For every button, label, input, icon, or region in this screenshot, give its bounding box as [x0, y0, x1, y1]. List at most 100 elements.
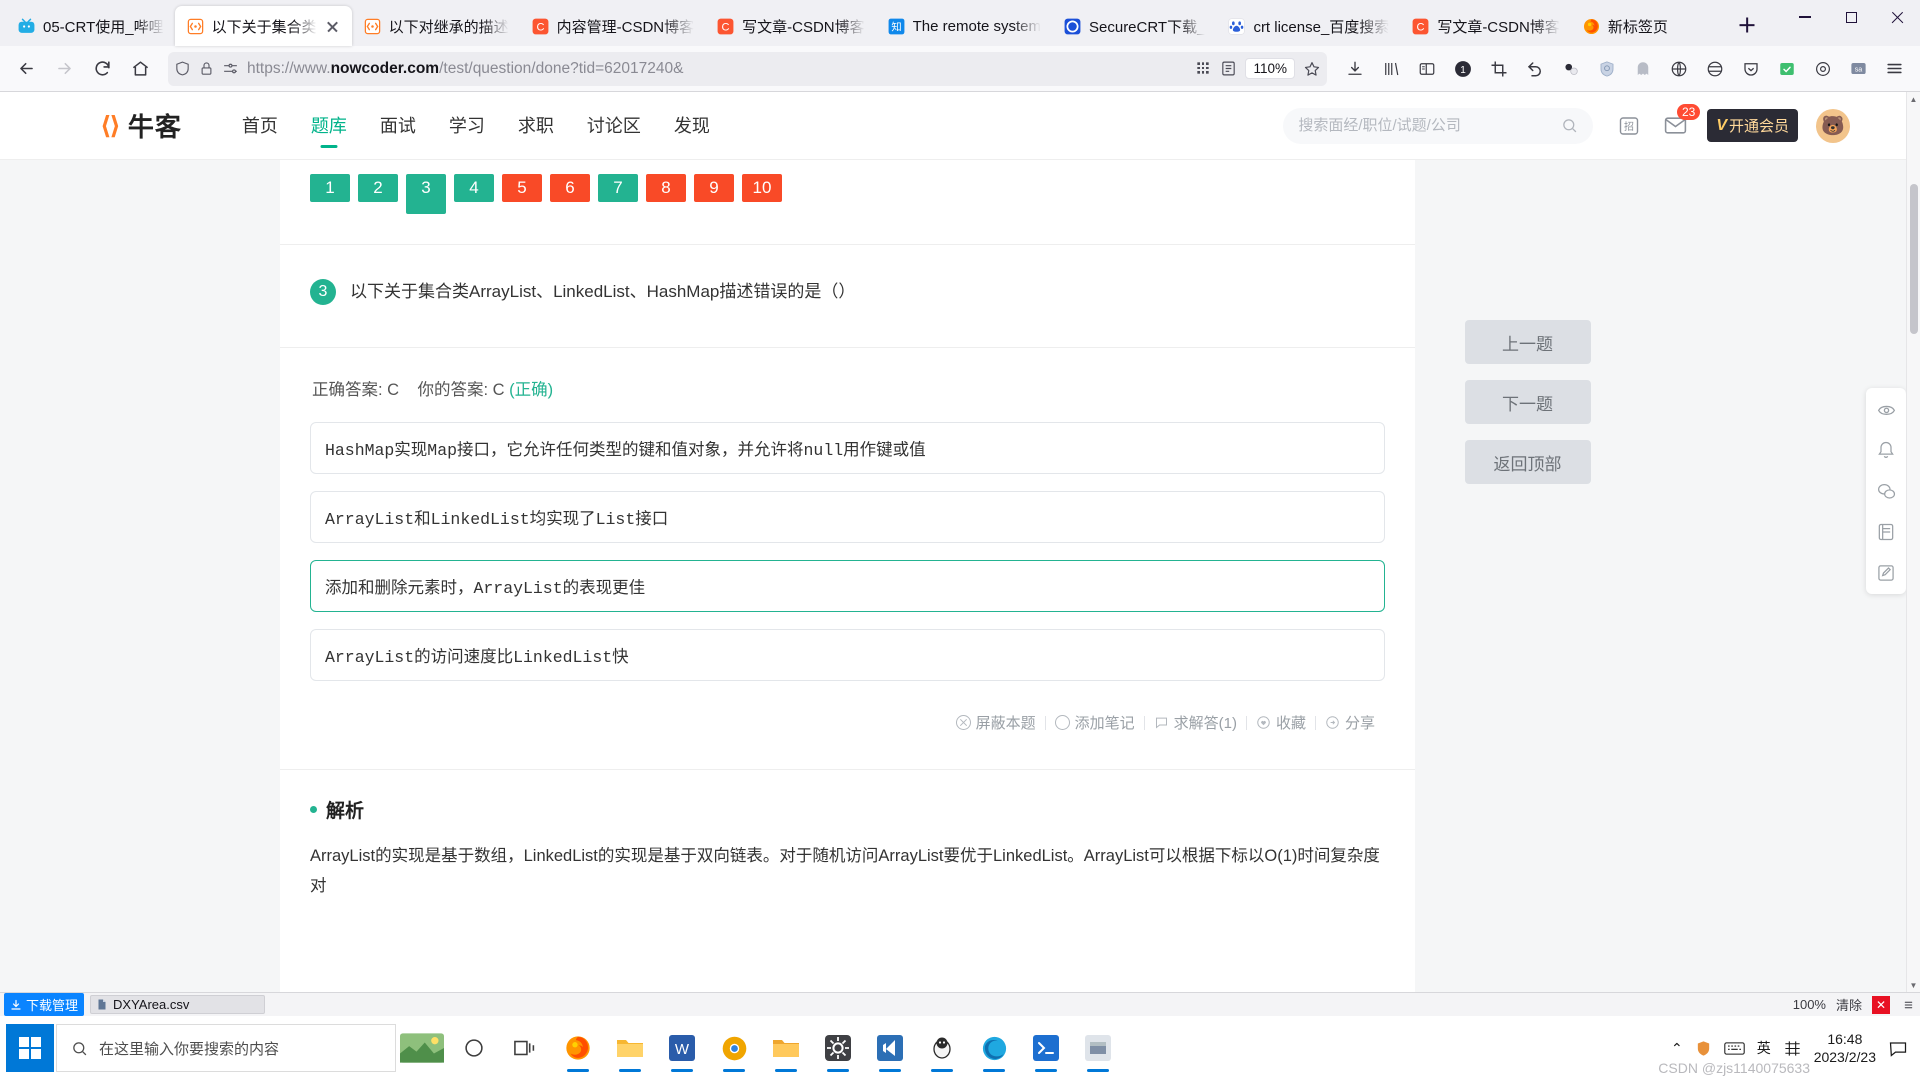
save-icon[interactable]: [1769, 52, 1804, 86]
browser-tab[interactable]: C 写文章-CSDN博客: [1400, 6, 1571, 46]
extension-icon[interactable]: [1805, 52, 1840, 86]
window-close-button[interactable]: [1874, 0, 1920, 34]
forward-button[interactable]: [46, 52, 82, 86]
question-nav-2[interactable]: 2: [358, 174, 398, 202]
permissions-icon[interactable]: [222, 60, 239, 77]
chrome-canary-icon[interactable]: [708, 1021, 760, 1075]
globe-icon[interactable]: [1697, 52, 1732, 86]
option-d[interactable]: ArrayList的访问速度比LinkedList快: [310, 629, 1385, 681]
browser-tab[interactable]: 新标签页: [1571, 6, 1721, 46]
vscode-icon[interactable]: [864, 1021, 916, 1075]
option-c[interactable]: 添加和删除元素时，ArrayList的表现更佳: [310, 560, 1385, 612]
search-icon[interactable]: [1561, 117, 1578, 134]
action-center-icon[interactable]: [1888, 1038, 1908, 1058]
shield-tray-icon[interactable]: [1695, 1040, 1712, 1057]
tray-chevron-icon[interactable]: ⌃: [1671, 1040, 1683, 1057]
new-tab-button[interactable]: [1729, 7, 1765, 43]
nav-item-discussion[interactable]: 讨论区: [587, 100, 641, 152]
search-input[interactable]: [1298, 117, 1554, 134]
browser-tab-active[interactable]: 以下关于集合类: [174, 6, 352, 46]
account-icon[interactable]: sa: [1841, 52, 1876, 86]
cortana-circle-icon[interactable]: [448, 1021, 500, 1075]
option-a[interactable]: HashMap实现Map接口，它允许任何类型的键和值对象，并允许将null用作键…: [310, 422, 1385, 474]
nav-item-question-bank[interactable]: 题库: [311, 100, 347, 152]
recruit-icon[interactable]: 招: [1615, 112, 1643, 140]
share-action[interactable]: 分享: [1325, 712, 1375, 733]
home-button[interactable]: [122, 52, 158, 86]
favorite-action[interactable]: 收藏: [1256, 712, 1306, 733]
shield-icon[interactable]: [174, 60, 191, 77]
keyboard-icon[interactable]: [1723, 1040, 1745, 1057]
browser-tab[interactable]: 以下对继承的描述: [352, 6, 520, 46]
page-scrollbar[interactable]: ▲ ▼: [1906, 92, 1920, 992]
close-downloads-bar-button[interactable]: ✕: [1872, 995, 1890, 1014]
task-view-icon[interactable]: [500, 1021, 552, 1075]
question-nav-6[interactable]: 6: [550, 174, 590, 202]
browser-tab[interactable]: crt license_百度搜索: [1216, 6, 1400, 46]
prev-question-button[interactable]: 上一题: [1464, 320, 1591, 364]
zoom-level[interactable]: 110%: [1245, 58, 1295, 79]
browser-tab[interactable]: 知 The remote system: [876, 6, 1052, 46]
tampermonkey-icon[interactable]: [1553, 52, 1588, 86]
question-nav-8[interactable]: 8: [646, 174, 686, 202]
browser-tab[interactable]: SecureCRT下载_: [1052, 6, 1216, 46]
app-menu-icon[interactable]: [1877, 52, 1912, 86]
messages-icon[interactable]: 23: [1661, 103, 1701, 140]
file-explorer-icon[interactable]: [604, 1021, 656, 1075]
back-button[interactable]: [8, 52, 44, 86]
screenshot-crop-icon[interactable]: [1481, 52, 1516, 86]
taskbar-clock[interactable]: 16:48 2023/2/23: [1814, 1030, 1876, 1066]
counter-badge-icon[interactable]: 1: [1445, 52, 1480, 86]
question-nav-5[interactable]: 5: [502, 174, 542, 202]
pinyin-icon[interactable]: [1783, 1039, 1802, 1058]
adblock-shield-icon[interactable]: [1589, 52, 1624, 86]
clear-downloads-button[interactable]: 清除: [1836, 995, 1862, 1014]
pocket-icon[interactable]: [1733, 52, 1768, 86]
question-nav-1[interactable]: 1: [310, 174, 350, 202]
reload-button[interactable]: [84, 52, 120, 86]
vip-button[interactable]: V 开通会员: [1707, 109, 1798, 142]
add-note-action[interactable]: 添加笔记: [1054, 712, 1135, 733]
option-b[interactable]: ArrayList和LinkedList均实现了List接口: [310, 491, 1385, 543]
question-nav-4[interactable]: 4: [454, 174, 494, 202]
edit-icon[interactable]: [1875, 562, 1897, 584]
firefox-icon[interactable]: [552, 1021, 604, 1075]
question-nav-7[interactable]: 7: [598, 174, 638, 202]
nav-item-jobs[interactable]: 求职: [518, 100, 554, 152]
ask-answer-action[interactable]: 求解答(1): [1154, 712, 1237, 733]
browser-tab[interactable]: 05-CRT使用_哔哩: [6, 6, 175, 46]
nav-item-discover[interactable]: 发现: [674, 100, 710, 152]
lock-icon[interactable]: [199, 61, 214, 76]
translate-icon[interactable]: [1661, 52, 1696, 86]
reader-mode-icon[interactable]: [1220, 60, 1237, 77]
minimize-button[interactable]: [1782, 0, 1828, 34]
screenshot-tool-icon[interactable]: [1072, 1021, 1124, 1075]
nav-item-home[interactable]: 首页: [242, 100, 278, 152]
question-nav-10[interactable]: 10: [742, 174, 782, 202]
bell-icon[interactable]: [1875, 439, 1897, 461]
scroll-up-arrow[interactable]: ▲: [1907, 92, 1920, 106]
weather-widget-icon[interactable]: [396, 1021, 448, 1075]
qrcode-icon[interactable]: [1196, 61, 1212, 77]
scroll-down-arrow[interactable]: ▼: [1907, 978, 1920, 992]
wps-writer-icon[interactable]: W: [656, 1021, 708, 1075]
close-icon[interactable]: [324, 18, 341, 35]
download-manager-button[interactable]: 下载管理: [4, 993, 85, 1016]
ghostery-icon[interactable]: [1625, 52, 1660, 86]
bookmark-star-icon[interactable]: [1303, 60, 1321, 78]
input-language-label[interactable]: 英: [1757, 1038, 1771, 1058]
book-icon[interactable]: [1875, 521, 1897, 543]
edge-icon[interactable]: [968, 1021, 1020, 1075]
browser-tab[interactable]: C 内容管理-CSDN博客: [520, 6, 706, 46]
browser-tab[interactable]: C 写文章-CSDN博客: [705, 6, 876, 46]
nav-item-interview[interactable]: 面试: [380, 100, 416, 152]
folder-icon[interactable]: [760, 1021, 812, 1075]
undo-icon[interactable]: [1517, 52, 1552, 86]
back-to-top-button[interactable]: 返回顶部: [1464, 440, 1591, 484]
more-icon[interactable]: [1900, 999, 1916, 1011]
settings-gear-icon[interactable]: [812, 1021, 864, 1075]
nav-item-study[interactable]: 学习: [449, 100, 485, 152]
download-item[interactable]: DXYArea.csv: [90, 995, 266, 1014]
site-logo[interactable]: ⟨⟩ 牛客: [100, 107, 182, 144]
feedback-icon[interactable]: [1875, 398, 1897, 420]
